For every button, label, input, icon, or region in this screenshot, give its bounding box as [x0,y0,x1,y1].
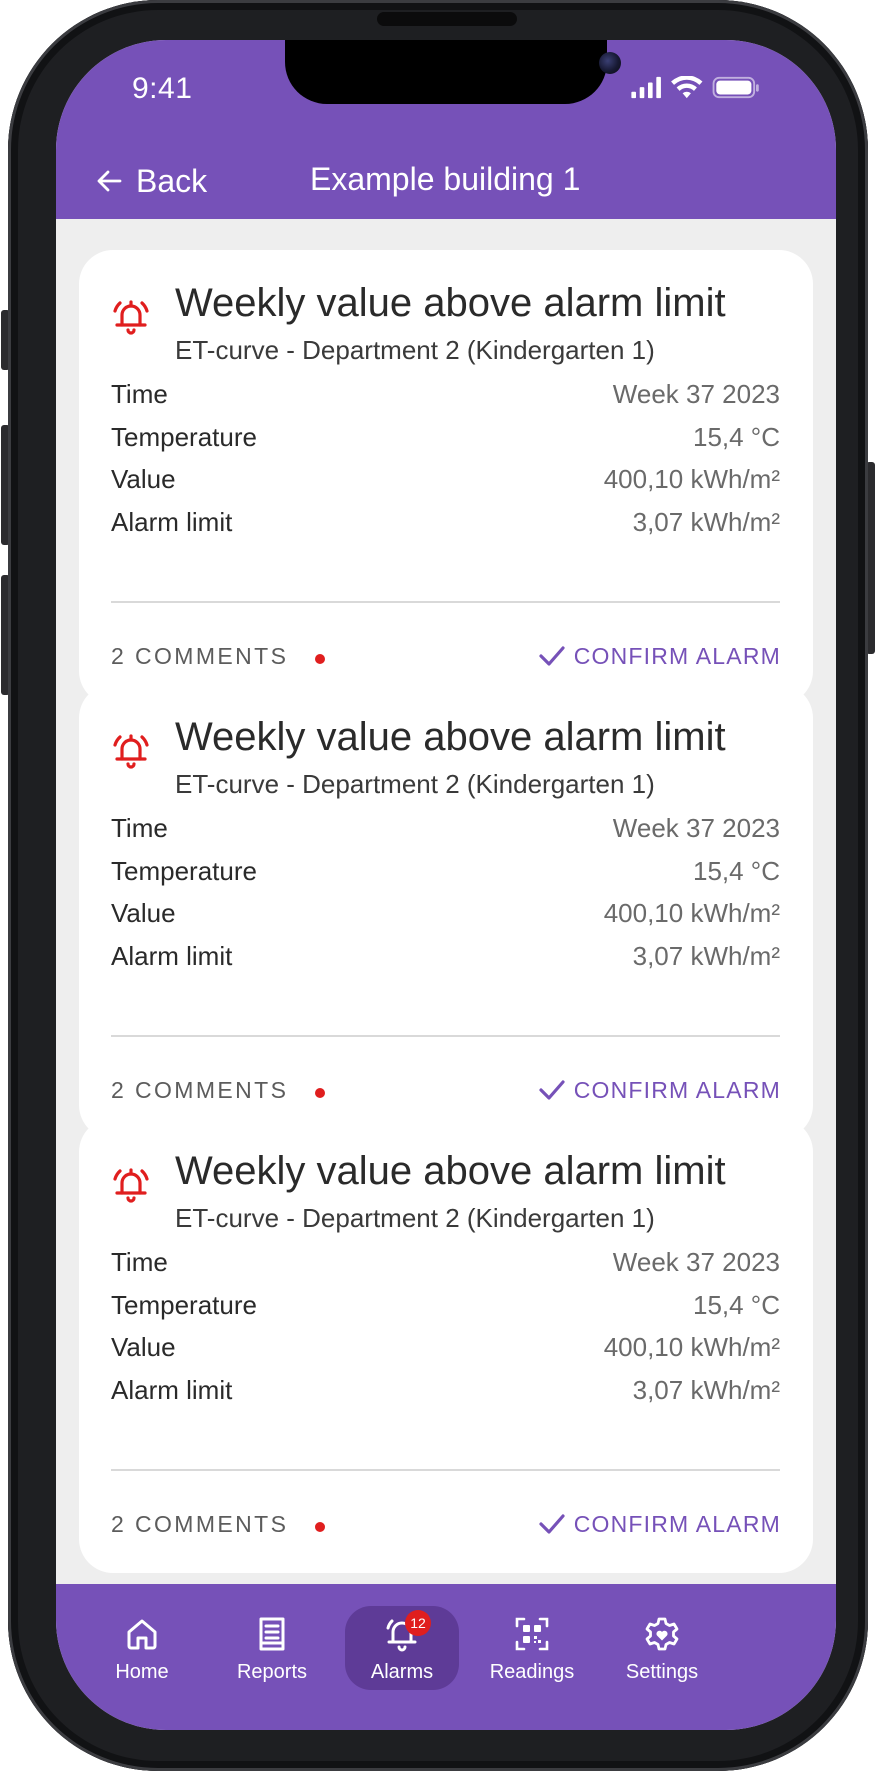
report-icon [259,1617,285,1651]
qr-code-icon [515,1617,549,1651]
nav-item-alarms[interactable]: 12 Alarms [345,1606,459,1690]
detail-label: Alarm limit [111,1375,233,1405]
detail-label: Value [111,1332,176,1362]
detail-row-alarm-limit: Alarm limit 3,07 kWh/m² [111,1375,780,1411]
detail-value: Week 37 2023 [612,1247,780,1277]
detail-value: 3,07 kWh/m² [632,941,780,971]
detail-value: 400,10 kWh/m² [603,1332,780,1362]
alarm-subtitle: ET-curve - Department 2 (Kindergarten 1) [175,335,655,365]
detail-value: 400,10 kWh/m² [603,464,780,494]
detail-value: Week 37 2023 [612,379,780,409]
nav-label: Readings [489,1661,575,1683]
detail-value: 15,4 °C [692,1290,780,1320]
detail-row-temperature: Temperature 15,4 °C [111,422,780,458]
detail-label: Temperature [111,856,257,886]
detail-value: 15,4 °C [692,422,780,452]
detail-row-time: Time Week 37 2023 [111,1247,780,1283]
detail-value: 15,4 °C [692,856,780,886]
detail-label: Time [111,1247,168,1277]
nav-label: Alarms [370,1661,434,1683]
check-icon [539,1514,565,1534]
nav-item-readings[interactable]: Readings [475,1606,589,1690]
alarm-bell-icon [113,734,149,769]
page-title: Example building 1 [310,161,581,197]
top-app-bar: 9:41 Back Example building 1 [56,40,836,219]
confirm-alarm-label: CONFIRM ALARM [573,1076,781,1103]
detail-label: Value [111,898,176,928]
detail-label: Time [111,813,168,843]
unread-dot [315,1088,325,1098]
comments-button[interactable]: 2 COMMENTS [111,1511,288,1538]
confirm-alarm-label: CONFIRM ALARM [573,642,781,669]
detail-label: Temperature [111,1290,257,1320]
back-button[interactable]: Back [96,156,207,206]
arrow-left-icon [97,170,122,192]
nav-item-home[interactable]: Home [85,1606,199,1690]
app-screen: 9:41 Back Example building 1 Weekly valu… [56,40,836,1730]
detail-value: 400,10 kWh/m² [603,898,780,928]
detail-value: 3,07 kWh/m² [632,507,780,537]
detail-row-alarm-limit: Alarm limit 3,07 kWh/m² [111,507,780,543]
detail-label: Alarm limit [111,507,233,537]
confirm-alarm-button[interactable]: CONFIRM ALARM [538,639,781,673]
speaker-grille [377,12,517,26]
nav-label: Reports [236,1661,308,1683]
detail-row-time: Time Week 37 2023 [111,379,780,415]
nav-label: Settings [625,1661,699,1683]
alarm-bell-icon [113,300,149,335]
detail-row-value: Value 400,10 kWh/m² [111,1332,780,1368]
detail-label: Alarm limit [111,941,233,971]
confirm-alarm-button[interactable]: CONFIRM ALARM [538,1073,781,1107]
detail-row-alarm-limit: Alarm limit 3,07 kWh/m² [111,941,780,977]
comments-button[interactable]: 2 COMMENTS [111,643,288,670]
check-icon [539,1080,565,1100]
detail-row-temperature: Temperature 15,4 °C [111,856,780,892]
detail-value: Week 37 2023 [612,813,780,843]
detail-row-value: Value 400,10 kWh/m² [111,464,780,500]
alarm-list[interactable]: Weekly value above alarm limit ET-curve … [56,219,836,1584]
unread-dot [315,1522,325,1532]
detail-row-value: Value 400,10 kWh/m² [111,898,780,934]
signal-icon [631,76,661,99]
home-icon [127,1619,157,1650]
detail-value: 3,07 kWh/m² [632,1375,780,1405]
alarm-subtitle: ET-curve - Department 2 (Kindergarten 1) [175,769,655,799]
bottom-navigation: Home Reports 12 Alarms Readings Settings [56,1584,836,1730]
phone-frame: 9:41 Back Example building 1 Weekly valu… [8,0,868,1771]
comments-button[interactable]: 2 COMMENTS [111,1077,288,1104]
nav-item-settings[interactable]: Settings [605,1606,719,1690]
nav-label: Home [115,1661,169,1683]
alarm-title: Weekly value above alarm limit [175,715,726,759]
front-camera [599,52,621,74]
wifi-icon [671,76,703,99]
confirm-alarm-label: CONFIRM ALARM [573,1510,781,1537]
nav-item-reports[interactable]: Reports [215,1606,329,1690]
status-icons [631,76,759,99]
detail-label: Time [111,379,168,409]
alarm-bell-icon [113,1168,149,1203]
divider [111,1469,780,1471]
detail-row-time: Time Week 37 2023 [111,813,780,849]
check-icon [539,646,565,666]
detail-label: Temperature [111,422,257,452]
detail-label: Value [111,464,176,494]
back-label: Back [136,162,208,199]
alarm-title: Weekly value above alarm limit [175,1149,726,1193]
alarm-count-badge: 12 [405,1610,431,1636]
gear-icon [645,1617,679,1651]
battery-icon [712,76,759,99]
alarm-card: Weekly value above alarm limit ET-curve … [79,250,813,705]
confirm-alarm-button[interactable]: CONFIRM ALARM [538,1507,781,1541]
status-time: 9:41 [132,72,193,105]
alarm-card: Weekly value above alarm limit ET-curve … [79,1118,813,1573]
detail-row-temperature: Temperature 15,4 °C [111,1290,780,1326]
alarm-title: Weekly value above alarm limit [175,281,726,325]
alarm-subtitle: ET-curve - Department 2 (Kindergarten 1) [175,1203,655,1233]
divider [111,601,780,603]
unread-dot [315,654,325,664]
notch [285,40,621,104]
divider [111,1035,780,1037]
alarm-card: Weekly value above alarm limit ET-curve … [79,684,813,1139]
